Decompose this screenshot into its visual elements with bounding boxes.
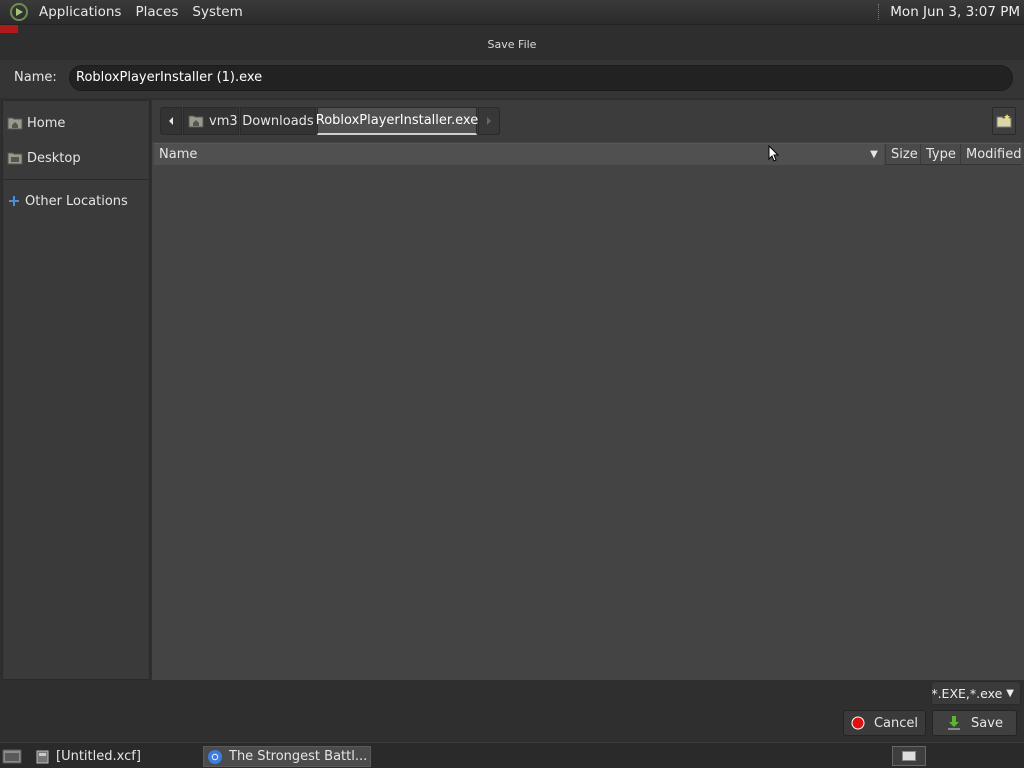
column-size[interactable]: Size bbox=[885, 144, 920, 165]
panel-separator bbox=[878, 4, 880, 20]
applications-menu[interactable]: Applications bbox=[32, 0, 128, 24]
dialog-titlebar[interactable]: Save File bbox=[0, 24, 1024, 60]
places-sidebar: Home Desktop Other Locations bbox=[2, 100, 150, 680]
window-behind-accent bbox=[0, 25, 18, 33]
path-crumb-downloads[interactable]: Downloads bbox=[240, 107, 316, 135]
workspace-switcher[interactable] bbox=[892, 746, 926, 766]
path-forward-button[interactable] bbox=[478, 107, 500, 135]
bottom-taskbar: [Untitled.xcf] The Strongest Battl... bbox=[0, 742, 1024, 768]
filter-value: *.EXE,*.exe bbox=[931, 685, 1003, 701]
task-label: [Untitled.xcf] bbox=[56, 749, 141, 764]
taskbar-item-gimp[interactable]: [Untitled.xcf] bbox=[36, 746, 198, 767]
sidebar-item-label: Other Locations bbox=[25, 193, 128, 209]
filename-label: Name: bbox=[14, 70, 57, 85]
system-menu[interactable]: System bbox=[185, 0, 249, 24]
filename-input[interactable]: RobloxPlayerInstaller (1).exe bbox=[69, 65, 1013, 91]
file-list[interactable] bbox=[154, 166, 1022, 680]
crumb-label: vm3 bbox=[209, 113, 238, 129]
path-crumb-current[interactable]: RobloxPlayerInstaller.exe bbox=[316, 107, 478, 135]
gimp-icon bbox=[36, 750, 49, 763]
sidebar-item-label: Home bbox=[27, 115, 66, 131]
mouse-cursor-icon bbox=[768, 145, 780, 162]
distro-logo-icon[interactable] bbox=[8, 1, 30, 23]
save-label: Save bbox=[971, 715, 1003, 731]
create-folder-button[interactable] bbox=[992, 107, 1016, 135]
sidebar-item-other-locations[interactable]: Other Locations bbox=[3, 186, 149, 216]
new-folder-icon bbox=[996, 114, 1012, 128]
cancel-icon bbox=[851, 716, 865, 730]
panel-menu: Applications Places System bbox=[0, 0, 250, 24]
download-icon bbox=[948, 716, 961, 730]
column-header: Name ▼ Size Type Modified bbox=[154, 143, 1022, 165]
path-bar: vm3 Downloads RobloxPlayerInstaller.exe bbox=[152, 100, 1024, 142]
dialog-title: Save File bbox=[487, 38, 537, 51]
chevron-right-icon bbox=[487, 117, 491, 125]
path-back-button[interactable] bbox=[160, 107, 182, 135]
plus-icon bbox=[9, 196, 19, 206]
task-label: The Strongest Battl... bbox=[229, 749, 368, 764]
filename-row: Name: RobloxPlayerInstaller (1).exe bbox=[0, 60, 1024, 98]
file-type-filter[interactable]: *.EXE,*.exe ▼ bbox=[931, 681, 1021, 705]
home-folder-icon bbox=[7, 117, 23, 130]
column-modified[interactable]: Modified bbox=[960, 144, 1022, 165]
file-browser: vm3 Downloads RobloxPlayerInstaller.exe … bbox=[152, 100, 1024, 680]
places-menu[interactable]: Places bbox=[128, 0, 185, 24]
cancel-button[interactable]: Cancel bbox=[843, 710, 926, 736]
chevron-down-icon: ▼ bbox=[1006, 687, 1014, 699]
path-crumb-vm3[interactable]: vm3 bbox=[183, 107, 239, 135]
sidebar-divider bbox=[3, 179, 149, 180]
sidebar-item-home[interactable]: Home bbox=[3, 108, 149, 138]
chevron-left-icon bbox=[169, 117, 173, 125]
desktop-folder-icon bbox=[7, 152, 23, 165]
column-type[interactable]: Type bbox=[920, 144, 960, 165]
cancel-label: Cancel bbox=[873, 715, 919, 731]
clock[interactable]: Mon Jun 3, 3:07 PM bbox=[890, 4, 1024, 20]
workspace-window-thumb bbox=[902, 751, 916, 761]
sort-descending-icon[interactable]: ▼ bbox=[864, 144, 884, 165]
sidebar-item-label: Desktop bbox=[27, 150, 81, 166]
home-folder-icon bbox=[188, 115, 204, 128]
taskbar-item-browser[interactable]: The Strongest Battl... bbox=[203, 746, 371, 767]
dialog-footer: *.EXE,*.exe ▼ Cancel Save bbox=[0, 680, 1024, 742]
show-desktop-icon[interactable] bbox=[2, 746, 22, 766]
save-button[interactable]: Save bbox=[932, 710, 1017, 736]
top-panel: Applications Places System Mon Jun 3, 3:… bbox=[0, 0, 1024, 24]
chrome-icon bbox=[208, 749, 222, 764]
clock-area: Mon Jun 3, 3:07 PM bbox=[878, 0, 1024, 24]
sidebar-item-desktop[interactable]: Desktop bbox=[3, 143, 149, 173]
